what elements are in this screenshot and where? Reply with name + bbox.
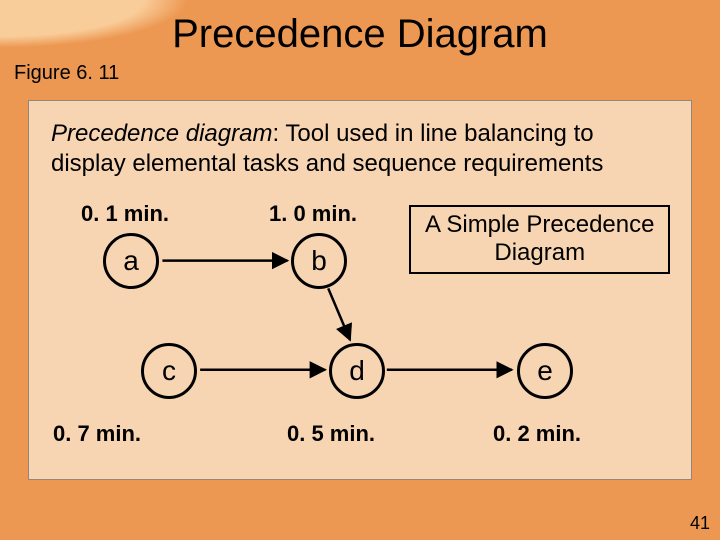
figure-label: Figure 6. 11 xyxy=(14,62,119,85)
node-a: a xyxy=(103,233,159,289)
time-label-e: 0. 2 min. xyxy=(493,421,581,447)
edge-b-d xyxy=(328,288,350,340)
time-label-a: 0. 1 min. xyxy=(81,201,169,227)
node-b: b xyxy=(291,233,347,289)
definition-term: Precedence diagram xyxy=(51,120,272,147)
node-e-label: e xyxy=(537,355,553,387)
slide: Precedence Diagram Figure 6. 11 Preceden… xyxy=(0,0,720,540)
node-b-label: b xyxy=(311,245,327,277)
time-label-d: 0. 5 min. xyxy=(287,421,375,447)
time-label-b: 1. 0 min. xyxy=(269,201,357,227)
diagram-caption-line1: A Simple Precedence xyxy=(425,211,654,239)
page-number: 41 xyxy=(690,513,710,534)
time-label-c: 0. 7 min. xyxy=(53,421,141,447)
node-e: e xyxy=(517,343,573,399)
node-d: d xyxy=(329,343,385,399)
precedence-diagram: 0. 1 min. 1. 0 min. A Simple Precedence … xyxy=(29,201,691,479)
node-a-label: a xyxy=(123,245,139,277)
node-d-label: d xyxy=(349,355,365,387)
diagram-caption-box: A Simple Precedence Diagram xyxy=(409,205,670,274)
node-c: c xyxy=(141,343,197,399)
diagram-caption-line2: Diagram xyxy=(425,239,654,267)
content-panel: Precedence diagram: Tool used in line ba… xyxy=(28,100,692,480)
definition-text: Precedence diagram: Tool used in line ba… xyxy=(51,119,669,179)
page-title: Precedence Diagram xyxy=(0,12,720,57)
node-c-label: c xyxy=(162,355,176,387)
